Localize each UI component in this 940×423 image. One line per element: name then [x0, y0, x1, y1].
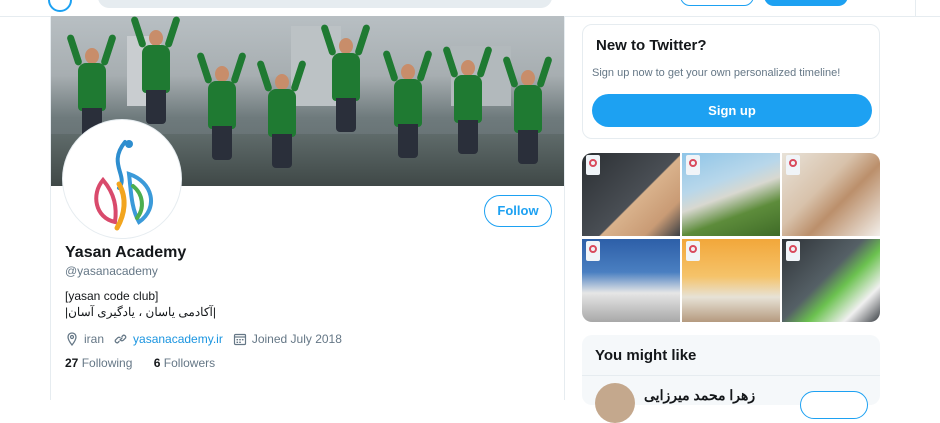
suggested-follow-button[interactable] [800, 391, 868, 419]
location-text: iran [84, 332, 105, 346]
you-might-like-card: You might like زهرا محمد میرزایی [582, 335, 880, 423]
profile-joined: Joined July 2018 [233, 332, 342, 346]
suggested-account-name[interactable]: زهرا محمد میرزایی [644, 387, 755, 404]
sign-up-button[interactable]: Sign up [592, 94, 872, 127]
website-link[interactable]: yasanacademy.ir [133, 332, 223, 346]
signup-card-title: New to Twitter? [596, 37, 707, 54]
profile-meta: iran yasanacademy.ir Joined July 2018 [65, 330, 352, 348]
media-thumbnail[interactable] [582, 153, 680, 236]
followers-label: Followers [163, 356, 216, 370]
divider [915, 0, 916, 16]
home-icon[interactable] [48, 0, 72, 12]
joined-text: Joined July 2018 [251, 332, 342, 346]
profile-bio-line: [yasan code club] [65, 289, 159, 303]
following-label: Following [81, 356, 133, 370]
profile-handle: @yasanacademy [65, 264, 158, 278]
follow-button[interactable]: Follow [484, 195, 552, 227]
profile-stats: 27 Following 6 Followers [65, 356, 233, 370]
media-thumbnail[interactable] [782, 153, 880, 236]
top-sign-up-button[interactable] [764, 0, 848, 6]
media-thumbnail[interactable] [682, 153, 780, 236]
media-grid [582, 153, 880, 322]
profile-website[interactable]: yasanacademy.ir [114, 332, 223, 346]
search-input[interactable] [98, 0, 552, 8]
location-pin-icon [67, 332, 77, 346]
followers-stat[interactable]: 6 Followers [154, 356, 215, 370]
signup-card: New to Twitter? Sign up now to get your … [582, 24, 880, 139]
profile-avatar[interactable] [63, 120, 181, 238]
suggested-account-avatar[interactable] [595, 383, 635, 423]
followers-count: 6 [153, 356, 161, 370]
signup-card-subtitle: Sign up now to get your own personalized… [592, 67, 841, 79]
top-navigation-bar [0, 0, 940, 17]
profile-column: Follow Yasan Academy @yasanacademy [yasa… [50, 16, 565, 400]
profile-location: iran [65, 332, 104, 346]
calendar-icon [233, 333, 246, 346]
link-icon [114, 334, 127, 344]
yasan-logo-icon [94, 140, 153, 231]
profile-name: Yasan Academy [65, 244, 187, 261]
profile-bio-line: |آکادمی یاسان ، یادگیری آسان| [65, 305, 216, 319]
you-might-like-title: You might like [595, 347, 697, 364]
following-stat[interactable]: 27 Following [65, 356, 132, 370]
divider [582, 375, 880, 376]
log-in-button[interactable] [680, 0, 754, 6]
following-count: 27 [65, 356, 79, 370]
media-thumbnail[interactable] [782, 239, 880, 322]
media-thumbnail[interactable] [682, 239, 780, 322]
media-thumbnail[interactable] [582, 239, 680, 322]
